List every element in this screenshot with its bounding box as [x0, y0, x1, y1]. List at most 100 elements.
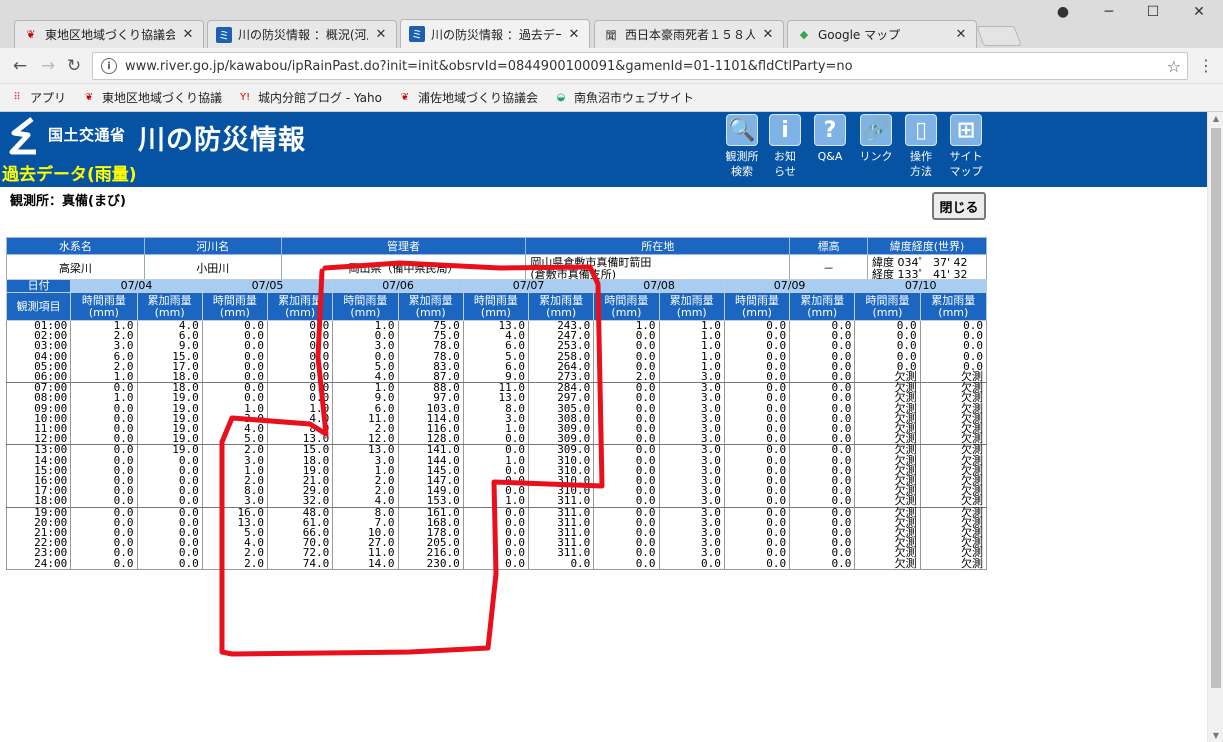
tab-1[interactable]: ❦ 東地区地域づくり協議会ブロ ✕ — [14, 20, 204, 48]
column-unit: (mm) — [88, 305, 119, 319]
value-cell: 欠測 — [919, 558, 988, 570]
scroll-thumb[interactable] — [1211, 128, 1221, 688]
info-header: 管理者 — [280, 237, 527, 255]
cumulative-header: 累加雨量 (mm) — [658, 292, 725, 321]
close-tab-icon[interactable]: ✕ — [374, 27, 388, 42]
value-cell: 0.0 — [593, 558, 660, 570]
page-scrollbar[interactable]: ▲ ▼ — [1207, 112, 1223, 742]
question-icon: ? — [814, 114, 846, 146]
hourly-header: 時間雨量 (mm) — [593, 292, 660, 321]
close-tab-icon[interactable]: ✕ — [181, 27, 195, 42]
date-header: 07/09 — [723, 279, 856, 293]
site-banner: 国土交通省 川の防災情報 過去データ(雨量) 🔍 観測所 検索 i お知 らせ? Q&A 🔗 リ… — [0, 112, 1207, 187]
nav-link[interactable]: 🔗 リンク — [856, 114, 896, 164]
new-tab-button[interactable] — [976, 26, 1022, 46]
mlit-logo-icon — [9, 117, 36, 155]
back-button[interactable]: ← — [8, 56, 32, 76]
hourly-header: 時間雨量 (mm) — [332, 292, 399, 321]
nav-mouse[interactable]: ▯ 操作 方法 — [901, 114, 941, 179]
bookmark-star-icon[interactable]: ☆ — [1167, 57, 1181, 76]
minimize-button[interactable]: ─ — [1086, 4, 1132, 20]
info-header: 所在地 — [525, 237, 791, 255]
value-cell: 74.0 — [267, 558, 334, 570]
bookmark-label: 城内分館ブログ - Yaho — [258, 91, 382, 105]
tab-title: Google マップ — [818, 28, 901, 42]
cumulative-header: 累加雨量 (mm) — [397, 292, 464, 321]
link-icon: 🔗 — [860, 114, 892, 146]
browser-menu-icon[interactable]: ⋮ — [1198, 56, 1214, 75]
river-icon: ミ — [216, 26, 232, 43]
bookmark-3[interactable]: Y! 城内分館ブログ - Yaho — [238, 89, 382, 106]
nav-sitemap[interactable]: ⊞ サイト マップ — [946, 114, 986, 179]
scroll-down-icon[interactable]: ▼ — [1208, 731, 1223, 740]
column-unit: (mm) — [807, 305, 838, 319]
nav-info[interactable]: i お知 らせ — [765, 114, 805, 179]
station-info-table: 水系名 河川名 管理者 所在地 標高 緯度経度(世界) 高梁川 小田川 岡山県（備中県民局… — [6, 237, 987, 283]
location-line-1: 岡山県倉敷市真備町箭田 — [530, 255, 652, 269]
value-cell: 14.0 — [332, 558, 399, 570]
tab-title: 川の防災情報 ：過去デー — [431, 27, 561, 42]
sitemap-icon: ⊞ — [950, 114, 982, 146]
address-bar[interactable]: i www.river.go.jp/kawabou/ipRainPast.do?… — [92, 52, 1188, 80]
tab-4[interactable]: 聞西日本豪雨死者１５８人 ✕ — [594, 20, 784, 48]
value-cell: 欠測 — [854, 558, 921, 570]
nav-question[interactable]: ? Q&A — [810, 114, 850, 164]
tab-title: 川の防災情報 ：概況(河川 — [238, 28, 368, 42]
tab-3[interactable]: ミ川の防災情報 ：過去デー ✕ — [400, 19, 590, 48]
column-unit: (mm) — [415, 305, 446, 319]
nav-magnifier[interactable]: 🔍 観測所 検索 — [722, 114, 762, 179]
tab-2[interactable]: ミ川の防災情報 ：概況(河川 ✕ — [207, 20, 397, 48]
nav-label: リンク — [856, 149, 896, 164]
ministry-name: 国土交通省 — [48, 126, 126, 144]
page-title: 過去データ(雨量) — [2, 165, 137, 185]
column-unit: (mm) — [480, 305, 511, 319]
nav-label-line1: お知 — [774, 150, 796, 163]
site-info-icon[interactable]: i — [101, 58, 117, 74]
forward-button[interactable]: → — [36, 56, 60, 76]
reload-button[interactable]: ↻ — [62, 56, 86, 76]
close-tab-icon[interactable]: ✕ — [567, 27, 581, 42]
cumulative-header: 累加雨量 (mm) — [528, 292, 595, 321]
close-window-button[interactable]: ✕ — [1176, 4, 1222, 20]
hourly-header: 時間雨量 (mm) — [854, 292, 921, 321]
magnifier-icon: 🔍 — [726, 114, 758, 146]
bookmark-4[interactable]: ❦ 浦佐地域づくり協議会 — [398, 89, 538, 106]
column-unit: (mm) — [219, 305, 250, 319]
latitude: 緯度 034゜ 37' 42 — [872, 255, 968, 269]
info-header: 河川名 — [143, 237, 282, 255]
nav-label-line1: Q&A — [817, 150, 843, 163]
nav-label-line2: マップ — [949, 165, 983, 178]
tab-title: 西日本豪雨死者１５８人 — [625, 28, 755, 42]
maximize-button[interactable]: ☐ — [1130, 4, 1176, 20]
column-unit: (mm) — [872, 305, 903, 319]
rainfall-table: 日付 07/04 07/05 07/06 07/07 07/08 07/09 07/10 観測項… — [5, 279, 988, 570]
hourly-header: 時間雨量 (mm) — [70, 292, 138, 321]
station-name: 観測所：真備(まび) — [10, 194, 126, 209]
tab-5[interactable]: ◆ Google マップ ✕ — [787, 20, 977, 48]
table-row: 24:00 0.0 0.0 2.0 74.0 14.0 230.0 0.0 0.0 0.0 0.0 0… — [5, 558, 988, 570]
site-title[interactable]: 川の防災情報 — [138, 118, 306, 157]
close-button[interactable]: 閉じる — [932, 192, 986, 220]
bookmark-5[interactable]: ◒ 南魚沼市ウェブサイト — [554, 89, 694, 106]
bookmark-label: 東地区地域づくり協議 — [102, 91, 223, 105]
column-title: 累加雨量 — [278, 293, 323, 307]
url-text: www.river.go.jp/kawabou/ipRainPast.do?in… — [125, 58, 853, 74]
date-header: 07/05 — [201, 279, 334, 293]
close-tab-icon[interactable]: ✕ — [954, 27, 968, 42]
date-header: 07/04 — [70, 279, 203, 293]
column-title: 時間雨量 — [473, 293, 518, 307]
column-unit: (mm) — [546, 305, 577, 319]
bookmark-2[interactable]: ❦ 東地区地域づくり協議 — [82, 89, 222, 106]
column-unit: (mm) — [676, 305, 707, 319]
column-title: 累加雨量 — [539, 293, 584, 307]
bookmark-1[interactable]: ⠿ アプリ — [10, 89, 66, 106]
bookmark-label: アプリ — [30, 91, 67, 105]
close-tab-icon[interactable]: ✕ — [761, 27, 775, 42]
scroll-up-icon[interactable]: ▲ — [1208, 114, 1223, 123]
date-header: 07/07 — [462, 279, 595, 293]
info-header: 緯度経度(世界) — [867, 237, 987, 255]
column-unit: (mm) — [938, 305, 969, 319]
account-icon[interactable]: ● — [1040, 4, 1086, 20]
time-cell: 24:00 — [5, 558, 72, 570]
nav-label-line2: 検索 — [731, 165, 753, 178]
